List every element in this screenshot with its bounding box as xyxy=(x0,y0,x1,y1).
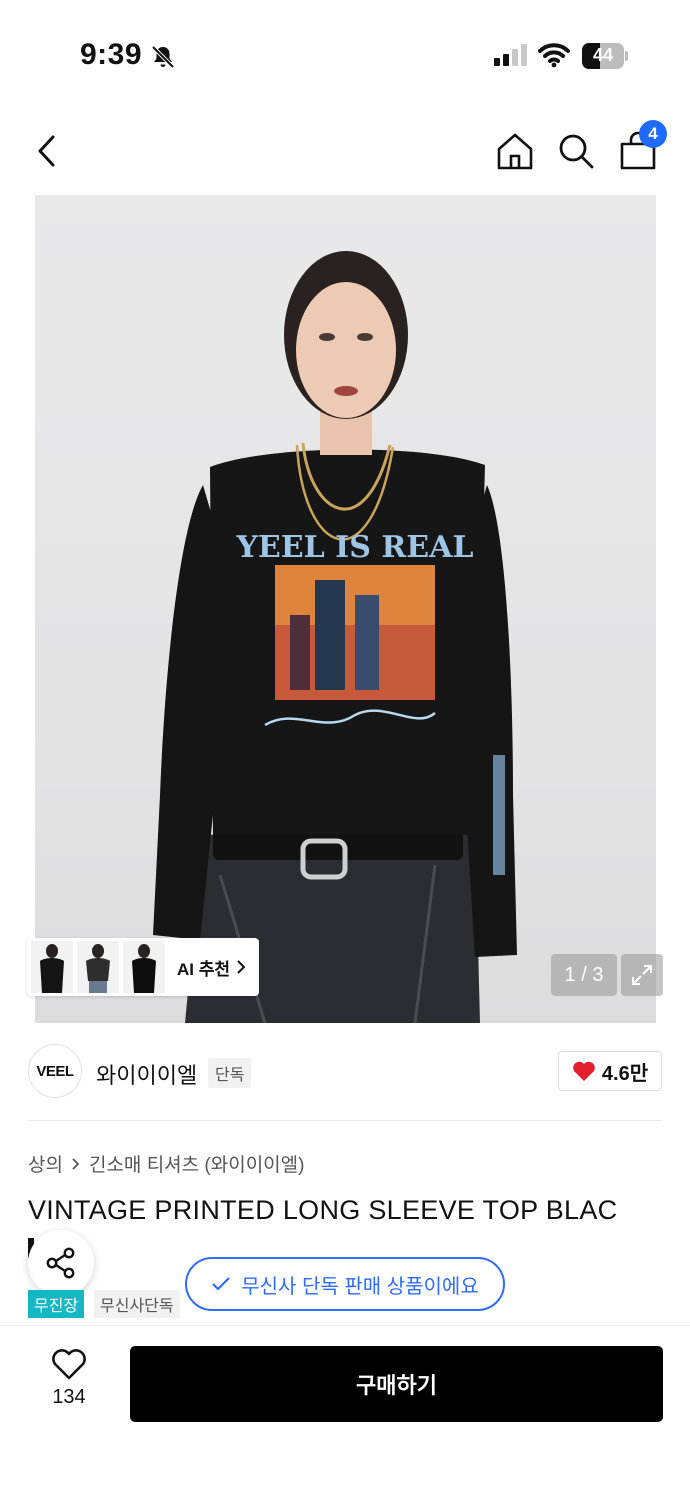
ai-recommend-label: AI 추천 xyxy=(177,959,231,979)
wishlist-count: 134 xyxy=(52,1386,86,1408)
chevron-right-icon xyxy=(71,1157,81,1171)
buy-button[interactable]: 구매하기 xyxy=(130,1346,663,1422)
bell-slash-icon xyxy=(150,44,176,75)
battery-icon: 44 xyxy=(582,43,628,69)
heart-filled-icon xyxy=(573,1061,595,1081)
exclusive-notice: 무신사 단독 판매 상품이에요 xyxy=(185,1257,505,1311)
ai-recommend-button[interactable]: AI 추천 xyxy=(27,938,259,996)
heart-outline-icon xyxy=(52,1349,86,1380)
battery-percent: 44 xyxy=(592,45,614,65)
search-button[interactable] xyxy=(551,126,601,176)
chevron-right-icon xyxy=(237,960,246,974)
exclusive-badge: 단독 xyxy=(208,1058,252,1088)
brand-like-count: 4.6만 xyxy=(601,1062,649,1085)
brand-name[interactable]: 와이이이엘 xyxy=(96,1058,197,1090)
model-photo: YEEL IS REAL xyxy=(153,251,517,1023)
tag-mujinjang: 무진장 xyxy=(28,1290,85,1318)
brand-like-button[interactable]: 4.6만 xyxy=(558,1051,662,1091)
home-button[interactable] xyxy=(490,126,540,176)
breadcrumb: 상의 긴소매 티셔츠 (와이이이엘) xyxy=(28,1150,304,1177)
status-time: 9:39 xyxy=(80,38,143,71)
image-page-counter: 1 / 3 xyxy=(551,954,617,996)
chevron-left-icon xyxy=(38,135,55,167)
product-title: VINTAGE PRINTED LONG SLEEVE TOP BLAC xyxy=(28,1195,618,1225)
expand-icon xyxy=(632,965,652,985)
ai-thumbnail xyxy=(77,941,119,993)
back-button[interactable] xyxy=(22,126,72,176)
divider xyxy=(28,1120,662,1121)
tag-musinsa-exclusive: 무신사단독 xyxy=(94,1290,180,1318)
share-icon xyxy=(46,1247,75,1279)
bottom-action-bar: 134 구매하기 xyxy=(0,1325,690,1500)
search-icon xyxy=(559,134,594,169)
wifi-icon xyxy=(538,42,570,73)
share-button[interactable] xyxy=(28,1230,94,1296)
cellular-signal-icon xyxy=(494,44,527,66)
cart-count-badge: 4 xyxy=(639,120,667,148)
top-nav: 4 xyxy=(0,120,690,184)
check-icon xyxy=(212,1277,231,1291)
ai-thumbnail xyxy=(123,941,165,993)
brand-logo[interactable]: VEEL xyxy=(28,1044,82,1098)
breadcrumb-subcategory[interactable]: 긴소매 티셔츠 (와이이이엘) xyxy=(89,1150,305,1177)
wishlist-button[interactable]: 134 xyxy=(38,1348,100,1418)
status-bar: 9:39 44 xyxy=(0,0,690,110)
ai-thumbnail xyxy=(31,941,73,993)
brand-row: VEEL 와이이이엘 단독 4.6만 xyxy=(28,1044,662,1100)
expand-image-button[interactable] xyxy=(621,954,663,996)
print-headline: YEEL IS REAL xyxy=(236,530,474,565)
home-icon xyxy=(497,133,533,170)
cart-button[interactable]: 4 xyxy=(613,120,667,176)
breadcrumb-category[interactable]: 상의 xyxy=(28,1150,63,1177)
exclusive-notice-text: 무신사 단독 판매 상품이에요 xyxy=(241,1275,479,1298)
product-image[interactable]: YEEL IS REAL xyxy=(35,195,656,1023)
